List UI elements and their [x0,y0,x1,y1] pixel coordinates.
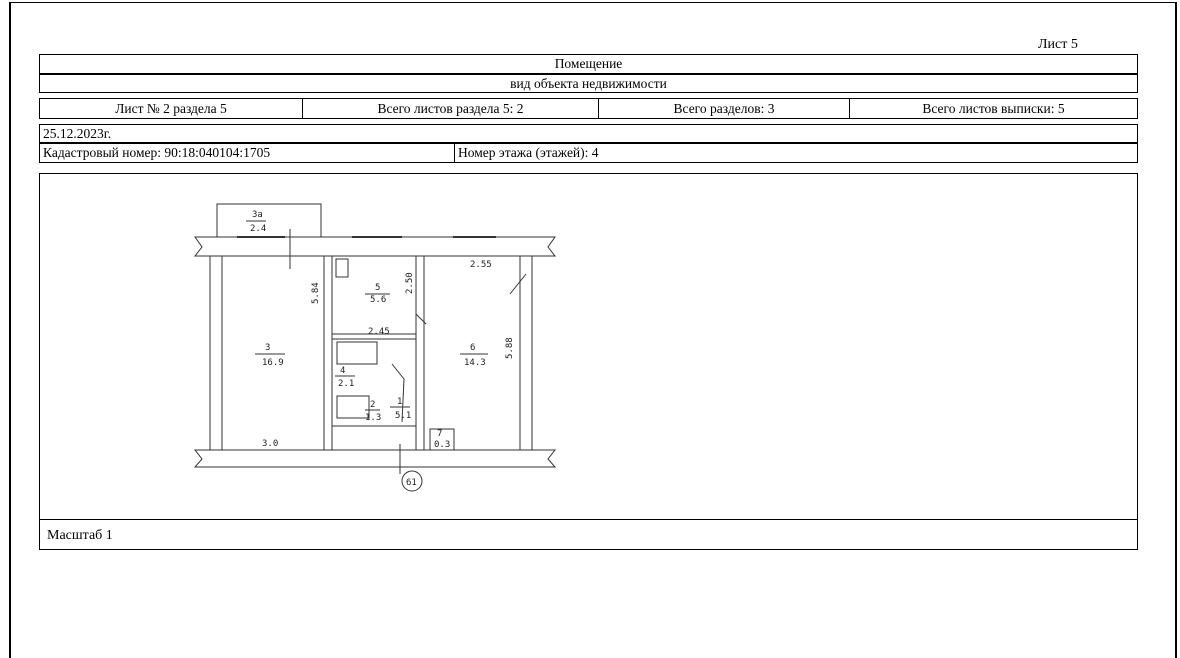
total-sections: Всего разделов: 3 [599,99,850,118]
room-4-area: 2.1 [338,379,354,389]
scale-divider [40,519,1137,520]
room-2-area: 1.3 [365,413,381,423]
dim-bath-width: 2.45 [368,327,390,337]
sheet-number: Лист 5 [1038,37,1078,52]
sheet-info-row: Лист № 2 раздела 5 Всего листов раздела … [39,98,1138,119]
top-wall [193,236,557,257]
room-3a-area: 2.4 [250,224,266,234]
svg-text:7: 7 [437,429,442,439]
dim-room5: 2.50 [405,272,415,294]
cadastral-number: Кадастровый номер: 90:18:040104:1705 [40,144,455,162]
dim-right-height: 5.88 [505,337,515,359]
svg-text:6: 6 [470,343,475,353]
object-type: вид объекта недвижимости [39,74,1138,93]
total-sheets-section: Всего листов раздела 5: 2 [303,99,599,118]
date-row: 25.12.2023г. [39,124,1138,143]
room-6-area: 14.3 [464,358,486,368]
svg-text:3: 3 [265,343,270,353]
dim-top-right: 2.55 [470,260,492,270]
floor-number: Номер этажа (этажей): 4 [458,145,599,160]
svg-text:5: 5 [375,283,380,293]
left-wall [209,255,223,451]
sheet-of-section: Лист № 2 раздела 5 [40,99,303,118]
room-3a-no: 3а [252,210,263,220]
dim-bottom-left: 3.0 [262,439,278,449]
floor-plan-drawing: 3а 2.4 3 16.9 5 5.6 4 2.1 2 1.3 1 5.1 6 … [193,203,557,492]
room-5-area: 5.6 [370,295,386,305]
right-wall [519,255,533,451]
dim-left-height: 5.84 [311,282,321,304]
floor-plan-box: 3а 2.4 3 16.9 5 5.6 4 2.1 2 1.3 1 5.1 6 … [39,173,1138,550]
scale-label: Масштаб 1 [47,528,113,543]
svg-text:4: 4 [340,366,345,376]
total-sheets-extract: Всего листов выписки: 5 [922,100,1065,116]
svg-text:1: 1 [397,397,402,407]
room-7-area: 0.3 [434,440,450,450]
axis-label: 61 [406,478,417,488]
svg-text:2: 2 [370,400,375,410]
object-title: Помещение [39,54,1138,74]
bottom-wall [193,449,557,468]
cadastral-row: Кадастровый номер: 90:18:040104:1705 Ном… [39,143,1138,163]
extract-date: 25.12.2023г. [43,125,112,141]
room-3-area: 16.9 [262,358,284,368]
room-3a-outline [216,203,322,238]
room-1-area: 5.1 [395,411,411,421]
